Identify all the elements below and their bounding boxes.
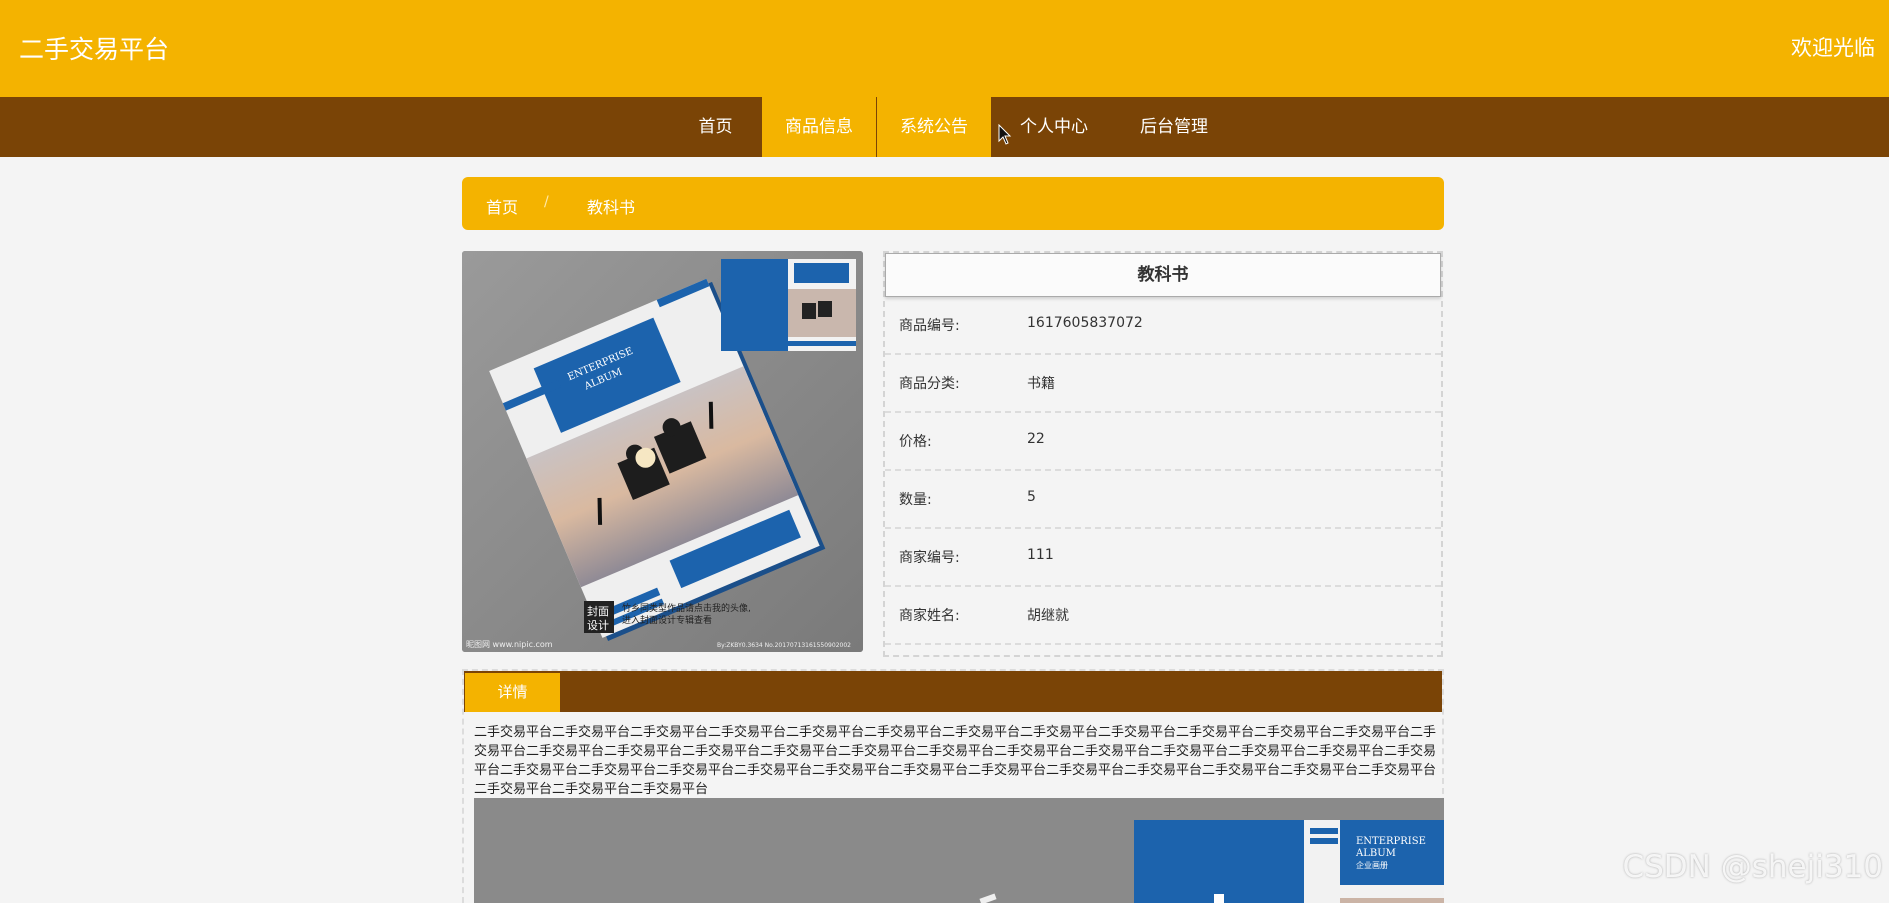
info-row-merchant-name: 商家姓名: 胡继就 xyxy=(885,587,1441,645)
svg-text:设计: 设计 xyxy=(587,619,609,632)
info-row-category: 商品分类: 书籍 xyxy=(885,355,1441,413)
breadcrumb-separator: / xyxy=(544,194,549,210)
nav-home[interactable]: 首页 xyxy=(681,97,750,157)
watermark-text: CSDN @sheji310 xyxy=(1622,849,1883,885)
detail-tabbar: 详情 xyxy=(464,671,1442,712)
field-value: 22 xyxy=(1027,431,1045,447)
nav-products[interactable]: 商品信息 xyxy=(762,97,876,157)
breadcrumb-home[interactable]: 首页 xyxy=(486,194,518,218)
svg-text:竹乡同类型作品请点击我的头像,: 竹乡同类型作品请点击我的头像, xyxy=(622,602,751,614)
tab-detail[interactable]: 详情 xyxy=(465,673,560,712)
book-cover-image: ENTERPRISE ALBUM 封面 设计 竹乡同类型作品请点击我的头像, 进… xyxy=(462,251,863,652)
svg-text:ALBUM: ALBUM xyxy=(1355,848,1396,859)
detail-text: 二手交易平台二手交易平台二手交易平台二手交易平台二手交易平台二手交易平台二手交易… xyxy=(474,725,1437,797)
field-value: 胡继就 xyxy=(1027,608,1069,624)
nav-announcements[interactable]: 系统公告 xyxy=(877,97,991,157)
svg-text:封面: 封面 xyxy=(587,604,609,618)
nav-profile[interactable]: 个人中心 xyxy=(1000,97,1108,157)
detail-book-image: ENTERPRISE ALBUM 企业画册 xyxy=(474,798,1444,903)
field-label: 商品编号: xyxy=(899,318,960,334)
field-value: 1617605837072 xyxy=(1027,315,1143,331)
product-title: 教科书 xyxy=(885,253,1441,297)
field-label: 数量: xyxy=(899,492,932,508)
top-header: 二手交易平台 欢迎光临 xyxy=(0,0,1889,97)
info-row-quantity: 数量: 5 xyxy=(885,471,1441,529)
info-row-merchant-id: 商家编号: 111 xyxy=(885,529,1441,587)
breadcrumb-current: 教科书 xyxy=(587,198,636,217)
welcome-text: 欢迎光临 xyxy=(1791,36,1875,60)
field-label: 商家编号: xyxy=(899,550,960,566)
product-image[interactable]: ENTERPRISE ALBUM 封面 设计 竹乡同类型作品请点击我的头像, 进… xyxy=(462,251,863,652)
field-value: 111 xyxy=(1027,547,1054,563)
field-label: 商家姓名: xyxy=(899,608,960,624)
detail-image: ENTERPRISE ALBUM 企业画册 xyxy=(474,798,1444,903)
nav-admin[interactable]: 后台管理 xyxy=(1122,97,1226,157)
field-value: 书籍 xyxy=(1027,376,1055,392)
svg-text:进入封面设计专辑查看: 进入封面设计专辑查看 xyxy=(622,614,712,626)
main-nav: 首页 商品信息 系统公告 个人中心 后台管理 xyxy=(0,97,1889,157)
svg-text:企业画册: 企业画册 xyxy=(1356,860,1388,870)
field-label: 价格: xyxy=(899,434,932,450)
info-row-product-id: 商品编号: 1617605837072 xyxy=(885,297,1441,355)
info-row-price: 价格: 22 xyxy=(885,413,1441,471)
site-title[interactable]: 二手交易平台 xyxy=(19,30,169,66)
svg-text:ENTERPRISE: ENTERPRISE xyxy=(1356,836,1426,847)
detail-section: 详情 二手交易平台二手交易平台二手交易平台二手交易平台二手交易平台二手交易平台二… xyxy=(462,669,1444,903)
product-info-panel: 教科书 商品编号: 1617605837072 商品分类: 书籍 价格: 22 … xyxy=(883,251,1443,657)
svg-text:By:ZKBY0.3634 No.2017071316155: By:ZKBY0.3634 No.20170713161550902002 xyxy=(717,642,851,649)
mouse-cursor-icon xyxy=(998,124,1012,145)
field-value: 5 xyxy=(1027,489,1036,505)
field-label: 商品分类: xyxy=(899,376,960,392)
breadcrumb: 首页 / 教科书 xyxy=(462,177,1444,230)
svg-text:昵图网 www.nipic.com: 昵图网 www.nipic.com xyxy=(466,640,553,649)
